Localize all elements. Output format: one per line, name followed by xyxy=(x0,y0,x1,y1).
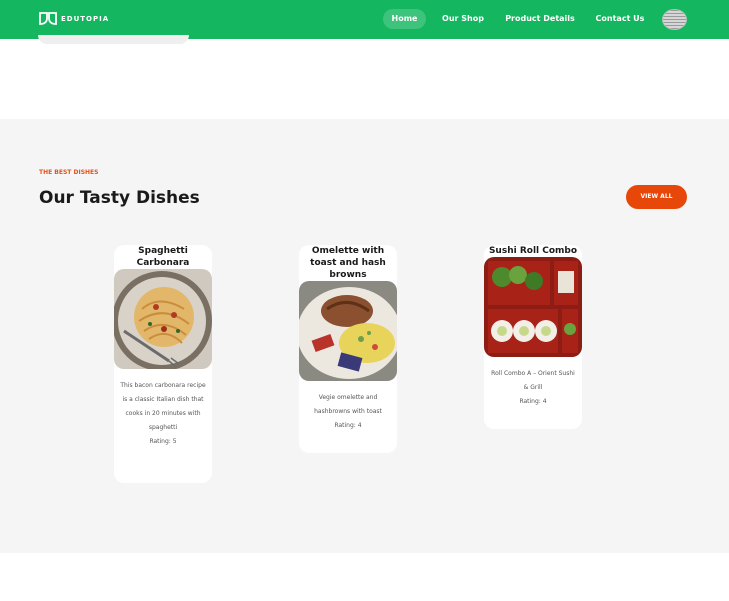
dish-rating: Rating: 4 xyxy=(519,398,547,405)
user-avatar[interactable] xyxy=(662,9,687,30)
dish-card[interactable]: Omelette with toast and hash browns Vegi… xyxy=(299,245,397,453)
section-title: Our Tasty Dishes xyxy=(39,188,200,208)
leaf-logo-icon xyxy=(39,12,57,25)
nav-home-link[interactable]: Home xyxy=(383,9,426,29)
dishes-section: THE BEST DISHES Our Tasty Dishes VIEW AL… xyxy=(0,119,729,553)
dish-title: Omelette with toast and hash browns xyxy=(310,246,386,280)
dish-description: Vegie omelette and hashbrowns with toast xyxy=(314,394,382,415)
dish-rating: Rating: 4 xyxy=(334,422,362,429)
section-eyebrow: THE BEST DISHES xyxy=(39,169,99,176)
brand-logo[interactable]: EDUTOPIA xyxy=(39,11,109,26)
nav-shop-link[interactable]: Our Shop xyxy=(440,9,486,29)
view-all-button[interactable]: VIEW ALL xyxy=(626,185,687,209)
dish-image-spaghetti xyxy=(114,269,212,369)
search-bar-remnant xyxy=(38,35,189,44)
dish-card[interactable]: Spaghetti Carbonara This bacon carbonara… xyxy=(114,245,212,483)
dish-image-omelette xyxy=(299,281,397,381)
nav-product-details-link[interactable]: Product Details xyxy=(504,9,576,29)
top-navbar: EDUTOPIA Home Our Shop Product Details C… xyxy=(0,0,729,39)
dish-description-block: Roll Combo A – Orient Sushi & Grill Rati… xyxy=(490,367,576,409)
dish-description-block: Vegie omelette and hashbrowns with toast… xyxy=(305,391,391,433)
dish-rating: Rating: 5 xyxy=(149,438,177,445)
dish-title: Sushi Roll Combo xyxy=(488,246,578,256)
dish-title: Spaghetti Carbonara xyxy=(136,246,190,268)
dish-card[interactable]: Sushi Roll Combo Roll Combo A – Orient S… xyxy=(484,245,582,429)
brand-name: EDUTOPIA xyxy=(61,14,110,23)
dish-image-sushi xyxy=(484,257,582,357)
nav-contact-link[interactable]: Contact Us xyxy=(592,9,648,29)
dish-description: Roll Combo A – Orient Sushi & Grill xyxy=(491,370,575,391)
dish-description: This bacon carbonara recipe is a classic… xyxy=(120,382,206,431)
dish-description-block: This bacon carbonara recipe is a classic… xyxy=(120,379,206,449)
